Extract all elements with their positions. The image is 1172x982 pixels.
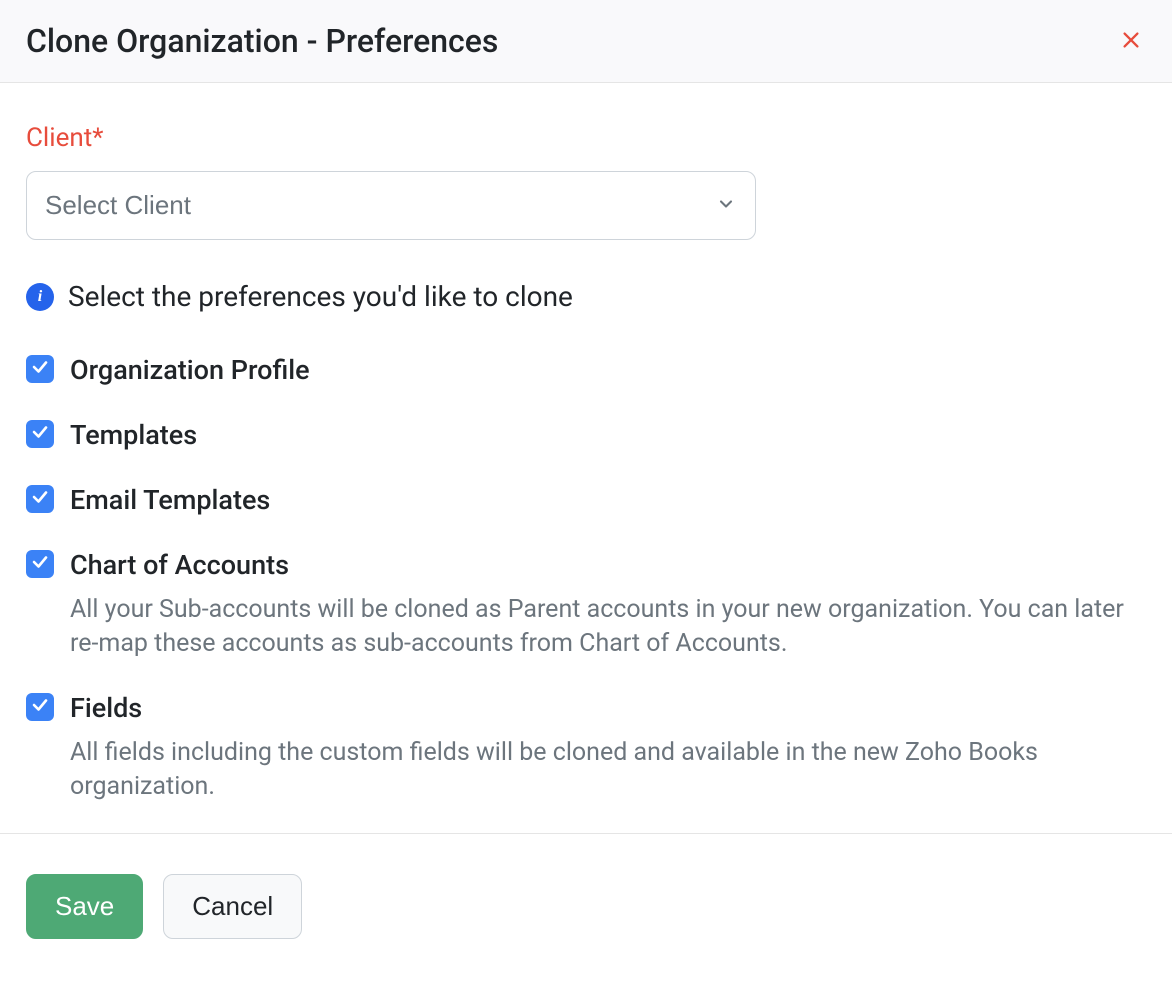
check-icon <box>31 696 49 718</box>
checkbox-content: Email Templates <box>70 483 1146 518</box>
checkbox-item-templates: Templates <box>26 418 1146 453</box>
dialog-footer: Save Cancel <box>0 833 1172 969</box>
close-icon <box>1120 29 1142 54</box>
dialog-title: Clone Organization - Preferences <box>26 22 498 60</box>
checkbox-label: Chart of Accounts <box>70 548 1146 583</box>
checkbox-organization-profile[interactable] <box>26 355 54 383</box>
client-select[interactable]: Select Client <box>26 171 756 240</box>
info-row: i Select the preferences you'd like to c… <box>26 280 1146 313</box>
cancel-button[interactable]: Cancel <box>163 874 302 939</box>
checkbox-label: Fields <box>70 691 1146 726</box>
client-label: Client* <box>26 123 1146 153</box>
check-icon <box>31 553 49 575</box>
dialog-header: Clone Organization - Preferences <box>0 0 1172 83</box>
checkbox-label: Organization Profile <box>70 353 1146 388</box>
close-button[interactable] <box>1116 25 1146 58</box>
check-icon <box>31 423 49 445</box>
info-icon: i <box>26 283 54 311</box>
check-icon <box>31 358 49 380</box>
checkbox-fields[interactable] <box>26 693 54 721</box>
check-icon <box>31 488 49 510</box>
checkbox-content: Templates <box>70 418 1146 453</box>
checkbox-description: All your Sub-accounts will be cloned as … <box>70 593 1146 661</box>
checkbox-content: Fields All fields including the custom f… <box>70 691 1146 804</box>
checkbox-email-templates[interactable] <box>26 485 54 513</box>
checkbox-description: All fields including the custom fields w… <box>70 736 1146 804</box>
client-select-wrapper: Select Client <box>26 171 756 240</box>
checkbox-item-organization-profile: Organization Profile <box>26 353 1146 388</box>
save-button[interactable]: Save <box>26 874 143 939</box>
checkbox-chart-of-accounts[interactable] <box>26 550 54 578</box>
checkbox-content: Chart of Accounts All your Sub-accounts … <box>70 548 1146 661</box>
info-text: Select the preferences you'd like to clo… <box>68 280 573 313</box>
checkbox-label: Email Templates <box>70 483 1146 518</box>
checkbox-item-email-templates: Email Templates <box>26 483 1146 518</box>
checkbox-label: Templates <box>70 418 1146 453</box>
checkbox-templates[interactable] <box>26 420 54 448</box>
dialog-body: Client* Select Client i Select the prefe… <box>0 83 1172 833</box>
checkbox-content: Organization Profile <box>70 353 1146 388</box>
checkbox-item-fields: Fields All fields including the custom f… <box>26 691 1146 804</box>
checkbox-group: Organization Profile Templates Email Tem… <box>26 353 1146 803</box>
checkbox-item-chart-of-accounts: Chart of Accounts All your Sub-accounts … <box>26 548 1146 661</box>
